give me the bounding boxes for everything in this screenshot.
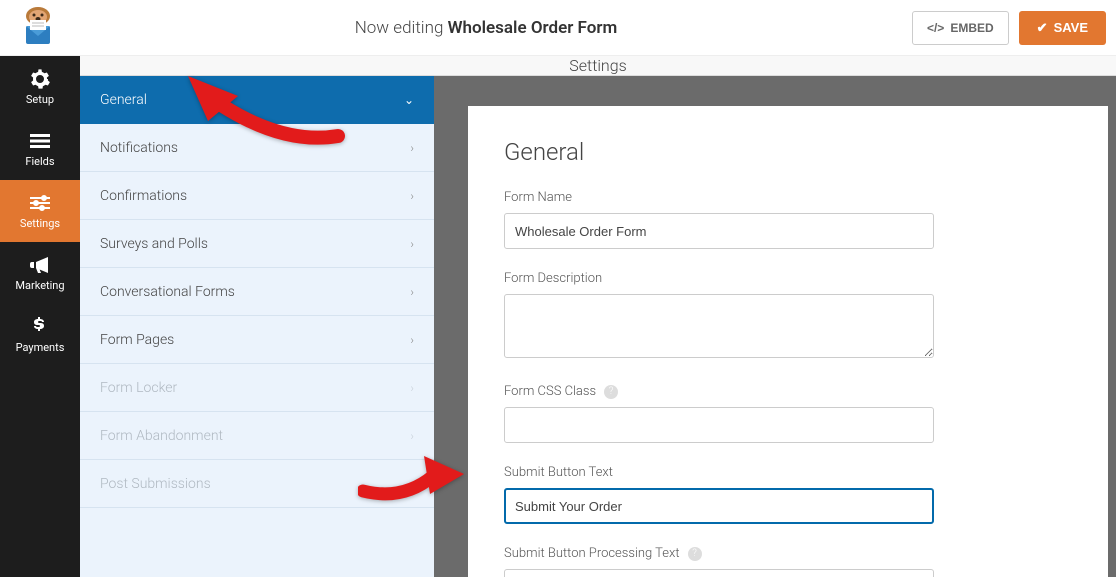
card-heading: General: [504, 138, 1072, 166]
sidebar-item-label: General: [100, 92, 147, 108]
panel-title: Settings: [80, 56, 1116, 76]
sidebar-item-label: Conversational Forms: [100, 284, 235, 300]
chevron-right-icon: ›: [410, 141, 414, 155]
content-area: General Form Name Form Description Form …: [438, 76, 1116, 577]
submit-text-label: Submit Button Text: [504, 465, 1072, 480]
submit-text-input[interactable]: [504, 488, 934, 524]
sidebar-item-post-submissions[interactable]: Post Submissions ›: [80, 460, 434, 508]
embed-button[interactable]: </> EMBED: [912, 11, 1009, 45]
chevron-down-icon: ⌄: [404, 93, 414, 107]
help-icon[interactable]: ?: [688, 547, 702, 561]
nav-settings[interactable]: Settings: [0, 180, 80, 242]
nav-marketing[interactable]: Marketing: [0, 242, 80, 304]
check-icon: ✔: [1037, 20, 1048, 36]
nav-label: Fields: [25, 155, 54, 168]
nav-setup[interactable]: Setup: [0, 56, 80, 118]
nav-payments[interactable]: Payments: [0, 304, 80, 366]
sidebar-item-surveys[interactable]: Surveys and Polls ›: [80, 220, 434, 268]
wpforms-logo: [16, 6, 60, 50]
chevron-right-icon: ›: [410, 285, 414, 299]
sidebar-item-form-abandonment[interactable]: Form Abandonment ›: [80, 412, 434, 460]
sidebar-item-form-locker[interactable]: Form Locker ›: [80, 364, 434, 412]
gear-icon: [30, 69, 50, 89]
submit-processing-input[interactable]: [504, 569, 934, 577]
sidebar-item-label: Notifications: [100, 140, 178, 156]
sidebar-item-label: Form Abandonment: [100, 428, 223, 444]
submit-processing-label: Submit Button Processing Text ?: [504, 546, 1072, 561]
chevron-right-icon: ›: [410, 237, 414, 251]
list-icon: [30, 131, 50, 151]
settings-sidebar: General ⌄ Notifications › Confirmations …: [80, 76, 438, 577]
bullhorn-icon: [30, 255, 50, 275]
form-css-label: Form CSS Class ?: [504, 384, 1072, 399]
help-icon[interactable]: ?: [604, 385, 618, 399]
sidebar-item-form-pages[interactable]: Form Pages ›: [80, 316, 434, 364]
form-css-input[interactable]: [504, 407, 934, 443]
form-description-label: Form Description: [504, 271, 1072, 286]
left-nav: Setup Fields Settings Marketing Payments: [0, 56, 80, 577]
nav-label: Setup: [26, 93, 54, 106]
sidebar-item-notifications[interactable]: Notifications ›: [80, 124, 434, 172]
sidebar-item-label: Form Pages: [100, 332, 174, 348]
save-button[interactable]: ✔ SAVE: [1019, 11, 1106, 45]
sidebar-item-general[interactable]: General ⌄: [80, 76, 434, 124]
sliders-icon: [30, 193, 50, 213]
topbar: Now editing Wholesale Order Form </> EMB…: [0, 0, 1116, 56]
nav-label: Marketing: [15, 279, 64, 292]
code-icon: </>: [927, 21, 944, 35]
sidebar-item-label: Confirmations: [100, 188, 187, 204]
nav-label: Payments: [16, 341, 65, 354]
sidebar-item-label: Form Locker: [100, 380, 177, 396]
sidebar-item-confirmations[interactable]: Confirmations ›: [80, 172, 434, 220]
chevron-right-icon: ›: [410, 333, 414, 347]
form-name-input[interactable]: [504, 213, 934, 249]
sidebar-item-label: Post Submissions: [100, 476, 211, 492]
dollar-icon: [30, 317, 50, 337]
chevron-right-icon: ›: [410, 477, 414, 491]
sidebar-item-conversational[interactable]: Conversational Forms ›: [80, 268, 434, 316]
form-name-label: Form Name: [504, 190, 1072, 205]
nav-fields[interactable]: Fields: [0, 118, 80, 180]
form-description-input[interactable]: [504, 294, 934, 358]
sidebar-item-label: Surveys and Polls: [100, 236, 208, 252]
chevron-right-icon: ›: [410, 189, 414, 203]
general-card: General Form Name Form Description Form …: [468, 106, 1108, 577]
topbar-title: Now editing Wholesale Order Form: [60, 18, 912, 38]
nav-label: Settings: [20, 217, 60, 230]
chevron-right-icon: ›: [410, 429, 414, 443]
chevron-right-icon: ›: [410, 381, 414, 395]
